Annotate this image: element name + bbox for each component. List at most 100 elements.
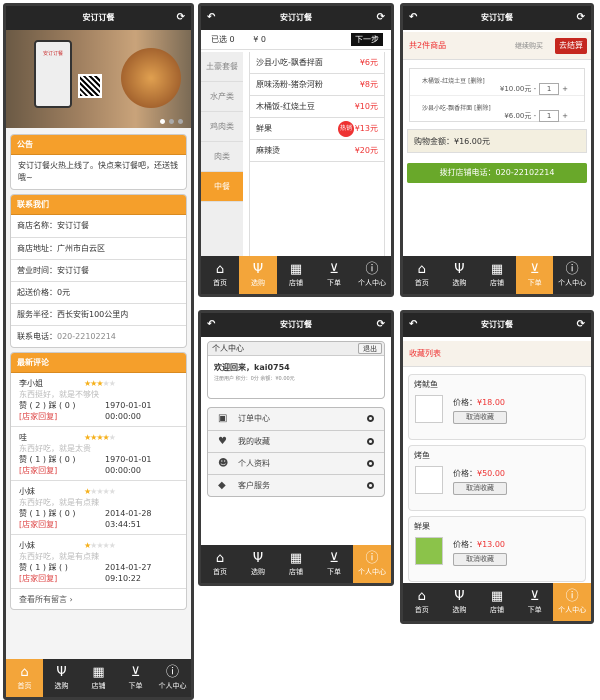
tab-profile[interactable]: ⓘ 个人中心 <box>154 659 191 697</box>
cart-item: 木桶饭-红烧土豆 [删除] ¥10.00元 -1 + <box>410 69 584 95</box>
tab-profile[interactable]: ⓘ 个人中心 <box>553 256 591 294</box>
back-icon[interactable]: ↶ <box>207 313 215 337</box>
tab-store[interactable]: ▦ 店铺 <box>80 659 117 697</box>
plus-icon[interactable]: + <box>562 103 568 129</box>
next-step-button[interactable]: 下一步 <box>351 33 383 46</box>
review-item: 李小姐 ★★★★★ 东西挺好，就是不够快 赞 ( 2 ) 踩 ( 0 ) 1970-… <box>11 373 186 426</box>
tab-bar: ⌂ 首页 Ψ 选购 ▦ 店铺 ⊻ 下单 ⓘ 个人中心 <box>6 659 191 697</box>
cart-icon: ⊻ <box>329 551 339 566</box>
vote-buttons[interactable]: 赞 ( 1 ) 踩 ( 0 ) <box>19 455 75 464</box>
banner[interactable]: 安订订餐 <box>6 30 191 128</box>
dish-image[interactable] <box>415 537 443 565</box>
tab-home[interactable]: ⌂ 首页 <box>403 583 441 621</box>
dish-image[interactable] <box>415 395 443 423</box>
checkout-button[interactable]: 去结算 <box>555 38 587 54</box>
info-icon: ⓘ <box>565 589 579 604</box>
review-time: 2014-01-27 09:10:22 <box>105 563 152 583</box>
tab-profile[interactable]: ⓘ 个人中心 <box>353 256 391 294</box>
tab-home[interactable]: ⌂ 首页 <box>6 659 43 697</box>
review-user: 李小姐 <box>19 379 43 388</box>
dish-item[interactable]: 麻辣烫 ¥20元 <box>250 140 384 162</box>
favorite-price: 价格：¥18.00 <box>453 398 505 407</box>
see-all-reviews-link[interactable]: 查看所有留言 › <box>11 588 186 609</box>
category-item[interactable]: 鸡肉类 <box>201 112 243 142</box>
refresh-icon[interactable]: ⟳ <box>177 6 185 30</box>
review-text: 东西好吃，就是有点辣 <box>19 498 99 507</box>
tab-shop[interactable]: Ψ 选购 <box>43 659 80 697</box>
quantity-field[interactable]: 1 <box>539 83 560 95</box>
review-time: 1970-01-01 00:00:00 <box>105 401 152 421</box>
cancel-favorite-button[interactable]: 取消收藏 <box>453 482 507 495</box>
tab-shop[interactable]: Ψ 选购 <box>441 256 479 294</box>
chevron-icon <box>367 482 374 489</box>
cutlery-icon: Ψ <box>252 551 264 566</box>
tab-home[interactable]: ⌂ 首页 <box>201 256 239 294</box>
profile-card: 个人中心 退出 欢迎回来，kai0754 注册用户 积分：0分 余额：¥0.00… <box>207 341 385 399</box>
tab-order[interactable]: ⊻ 下单 <box>117 659 154 697</box>
cancel-favorite-button[interactable]: 取消收藏 <box>453 553 507 566</box>
tab-store[interactable]: ▦ 店铺 <box>478 583 516 621</box>
category-item[interactable]: 水产类 <box>201 82 243 112</box>
vote-buttons[interactable]: 赞 ( 2 ) 踩 ( 0 ) <box>19 401 75 410</box>
tab-store[interactable]: ▦ 店铺 <box>478 256 516 294</box>
dish-price: ¥20元 <box>354 146 378 155</box>
notice-text: 安订订餐火热上线了。快点来订餐吧，还送钱哦~ <box>18 161 178 182</box>
tab-store[interactable]: ▦ 店铺 <box>277 256 315 294</box>
home-icon: ⌂ <box>215 551 225 566</box>
category-item[interactable]: 肉类 <box>201 142 243 172</box>
dish-item[interactable]: 原味汤粉-猪杂河粉 ¥8元 <box>250 74 384 96</box>
refresh-icon[interactable]: ⟳ <box>377 313 385 337</box>
tab-order[interactable]: ⊻ 下单 <box>515 256 554 294</box>
continue-shopping-button[interactable]: 继续购买 <box>515 40 543 52</box>
menu-profile[interactable]: ☻ 个人资料 <box>208 452 384 474</box>
tab-shop[interactable]: Ψ 选购 <box>239 256 277 294</box>
review-text: 东西挺好，就是不够快 <box>19 390 99 399</box>
back-icon[interactable]: ↶ <box>409 313 417 337</box>
refresh-icon[interactable]: ⟳ <box>577 313 585 337</box>
header: 安订订餐 ⟳ <box>6 6 191 30</box>
back-icon[interactable]: ↶ <box>207 6 215 30</box>
tab-order[interactable]: ⊻ 下单 <box>516 583 554 621</box>
menu-service[interactable]: ◆ 客户服务 <box>208 474 384 496</box>
tab-shop[interactable]: Ψ 选购 <box>441 583 479 621</box>
tab-order[interactable]: ⊻ 下单 <box>315 545 353 583</box>
cart-icon: ⊻ <box>130 665 141 680</box>
dish-item[interactable]: 沙县小吃-飘香拌面 ¥6元 <box>250 52 384 74</box>
tab-profile[interactable]: ⓘ 个人中心 <box>353 545 391 583</box>
dish-item[interactable]: 木桶饭-红烧土豆 ¥10元 <box>250 96 384 118</box>
menu-orders[interactable]: ▣ 订单中心 <box>208 408 384 430</box>
tab-home[interactable]: ⌂ 首页 <box>403 256 441 294</box>
phone-link[interactable]: 020-22102214 <box>57 332 116 341</box>
vote-buttons[interactable]: 赞 ( 1 ) 踩 ( 0 ) <box>19 509 75 518</box>
cart-item-name[interactable]: 木桶饭-红烧土豆 [删除] <box>422 78 485 85</box>
cart-item-name[interactable]: 沙县小吃-飘香拌面 [删除] <box>422 105 491 112</box>
tab-store[interactable]: ▦ 店铺 <box>277 545 315 583</box>
tab-shop[interactable]: Ψ 选购 <box>239 545 277 583</box>
call-shop-button[interactable]: 拨打店铺电话：020-22102214 <box>407 163 587 183</box>
dish-image[interactable] <box>415 466 443 494</box>
tab-order[interactable]: ⊻ 下单 <box>315 256 353 294</box>
category-item-active[interactable]: 中餐 <box>201 172 243 202</box>
cart-items: 木桶饭-红烧土豆 [删除] ¥10.00元 -1 + 沙县小吃-飘香拌面 [删除]… <box>409 68 585 122</box>
favorite-item: 烤鱿鱼 价格：¥18.00 取消收藏 <box>408 374 586 440</box>
category-item[interactable]: 土豪套餐 <box>201 52 243 82</box>
vote-buttons[interactable]: 赞 ( 1 ) 踩 ( ) <box>19 563 68 572</box>
tab-home[interactable]: ⌂ 首页 <box>201 545 239 583</box>
dish-item[interactable]: 鲜果 热销 ¥13元 <box>250 118 384 140</box>
back-icon[interactable]: ↶ <box>409 6 417 30</box>
quantity-field[interactable]: 1 <box>539 110 560 122</box>
refresh-icon[interactable]: ⟳ <box>377 6 385 30</box>
quantity-stepper[interactable]: ¥6.00元 -1 + <box>504 103 568 129</box>
welcome-text: 欢迎回来，kai0754 <box>214 363 290 372</box>
tab-profile[interactable]: ⓘ 个人中心 <box>553 583 591 621</box>
user-icon: ☻ <box>218 458 229 469</box>
cancel-favorite-button[interactable]: 取消收藏 <box>453 411 507 424</box>
favorite-name: 烤鱼 <box>414 451 430 460</box>
cart-item-price: ¥6.00元 - <box>504 112 537 120</box>
logout-button[interactable]: 退出 <box>358 343 382 354</box>
menu-favorites[interactable]: ♥ 我的收藏 <box>208 430 384 452</box>
favorite-item: 烤鱼 价格：¥50.00 取消收藏 <box>408 445 586 511</box>
cart-icon: ⊻ <box>329 262 339 277</box>
banner-dots[interactable] <box>160 119 183 124</box>
refresh-icon[interactable]: ⟳ <box>577 6 585 30</box>
